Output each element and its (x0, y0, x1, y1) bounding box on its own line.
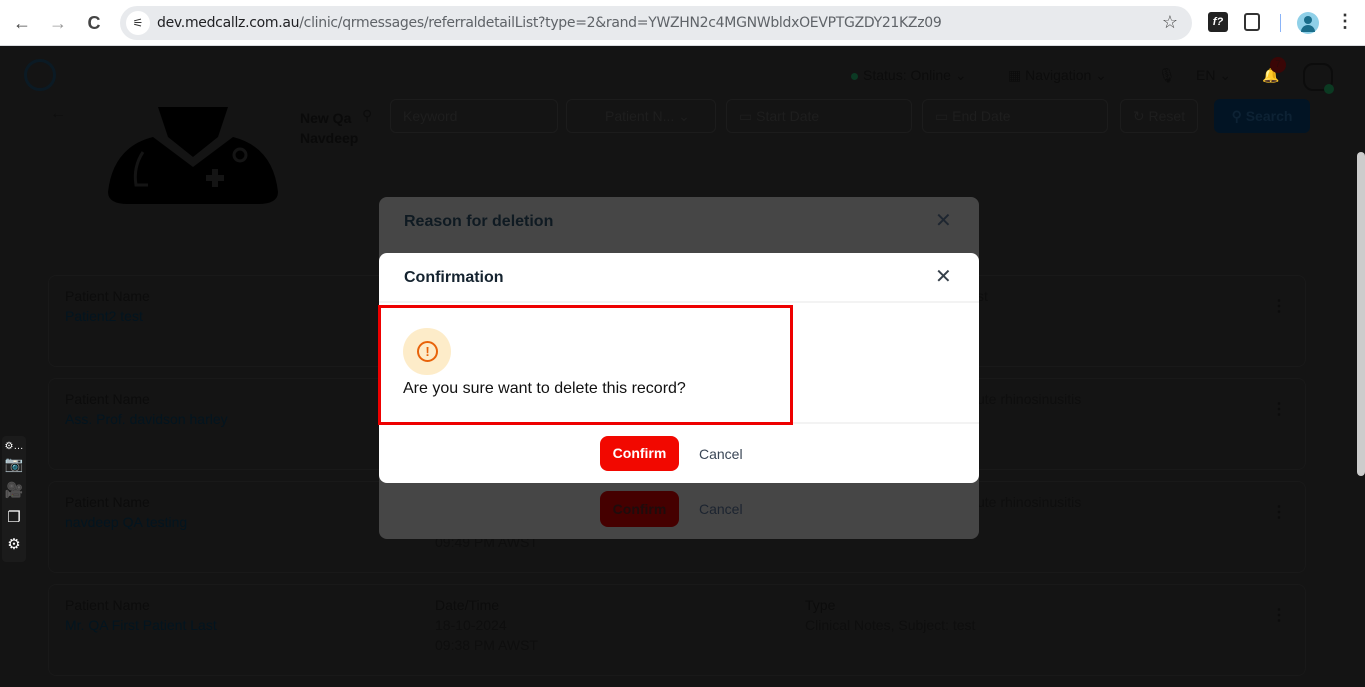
type-column: ute rhinosinusitis (977, 389, 1081, 409)
row-menu-icon[interactable]: ⋮ (1271, 296, 1287, 316)
provider-name: New Qa Navdeep (300, 108, 358, 148)
online-indicator (1324, 84, 1334, 94)
status-label: Status: Online (863, 67, 951, 83)
search-label: Search (1245, 108, 1293, 124)
patient-select-value: Patient N... (605, 108, 675, 124)
url-host: dev.medcallz.com.au (157, 15, 300, 31)
patient-name-link[interactable]: Ass. Prof. davidson harley (65, 409, 228, 429)
toolbar-divider (1280, 14, 1281, 32)
camera-icon[interactable]: 📷 (4, 456, 24, 474)
address-bar[interactable]: ⚟ dev.medcallz.com.au/clinic/qrmessages/… (120, 6, 1192, 40)
search-icon: ⚲ (362, 107, 373, 123)
reset-button[interactable]: ↻ Reset (1120, 99, 1198, 133)
date-label: Date/Time (435, 597, 500, 613)
patient-name-column: Patient Name Patient2 test (65, 286, 150, 326)
end-date-placeholder: End Date (952, 108, 1011, 124)
patient-name-label: Patient Name (65, 288, 150, 304)
type-value: Clinical Notes, Subject: test (805, 617, 976, 633)
chevron-down-icon: ⌄ (1219, 67, 1232, 83)
type-value: ute rhinosinusitis (977, 494, 1082, 510)
search-icon: ⚲ (1231, 108, 1242, 124)
patient-select[interactable]: Patient N... ⌄ (566, 99, 716, 133)
confirm-button[interactable]: Confirm (600, 436, 679, 471)
extensions-puzzle-icon[interactable] (1244, 13, 1260, 31)
close-icon[interactable]: ✕ (935, 208, 952, 233)
patient-name-column: Patient Name Ass. Prof. davidson harley (65, 389, 228, 429)
grid-icon: ▦ (1008, 67, 1022, 83)
row-menu-icon[interactable]: ⋮ (1271, 399, 1287, 419)
capture-tool-strip: ⚙… 📷 🎥 ❐ ⚙ (2, 436, 26, 562)
status-online-dot (851, 73, 858, 80)
reason-cancel-button[interactable]: Cancel (699, 501, 743, 517)
type-value: ute rhinosinusitis (977, 391, 1082, 407)
provider-name-line2: Navdeep (300, 130, 359, 146)
notification-badge: 7 (1270, 57, 1286, 73)
reload-icon[interactable]: C (82, 11, 106, 35)
doctor-avatar-icon (108, 107, 278, 204)
app-logo (24, 59, 56, 91)
reset-icon: ↻ (1132, 108, 1145, 124)
mic-icon[interactable]: 🎙 (1158, 67, 1176, 84)
reason-confirm-button[interactable]: Confirm (600, 491, 679, 527)
extension-more-icon[interactable]: ⚙… (4, 438, 24, 456)
start-date-input[interactable]: ▭ Start Date (726, 99, 912, 133)
chevron-down-icon: ⌄ (954, 67, 967, 83)
type-column: ute rhinosinusitis (977, 492, 1081, 512)
patient-name-column: Patient Name navdeep QA testing (65, 492, 187, 532)
date-value: 18-10-2024 (435, 617, 507, 633)
cancel-button[interactable]: Cancel (699, 446, 743, 462)
reset-label: Reset (1148, 108, 1186, 124)
page-scrollbar[interactable] (1357, 152, 1365, 476)
start-date-placeholder: Start Date (756, 108, 820, 124)
settings-gear-icon[interactable]: ⚙ (4, 536, 24, 554)
keyword-input[interactable]: Keyword (390, 99, 558, 133)
status-dropdown[interactable]: Status: Online ⌄ (851, 67, 967, 84)
search-button[interactable]: ⚲ Search (1214, 99, 1310, 133)
language-label: EN (1196, 67, 1216, 83)
patient-name-label: Patient Name (65, 494, 150, 510)
calendar-icon: ▭ (739, 108, 753, 124)
navigation-label: Navigation (1025, 67, 1092, 83)
url-text[interactable]: dev.medcallz.com.au/clinic/qrmessages/re… (157, 15, 942, 31)
close-icon[interactable]: ✕ (935, 264, 952, 289)
bookmark-star-icon[interactable]: ☆ (1162, 12, 1178, 33)
profile-avatar-icon[interactable] (1297, 12, 1319, 34)
language-dropdown[interactable]: EN ⌄ (1196, 67, 1231, 84)
patient-name-label: Patient Name (65, 391, 150, 407)
forward-icon[interactable]: → (46, 11, 70, 35)
record-card: Patient Name Mr. QA First Patient Last D… (48, 584, 1306, 676)
browser-toolbar: ← → C ⚟ dev.medcallz.com.au/clinic/qrmes… (0, 0, 1365, 46)
patient-name-link[interactable]: navdeep QA testing (65, 512, 187, 532)
row-menu-icon[interactable]: ⋮ (1271, 502, 1287, 522)
navigation-dropdown[interactable]: ▦ Navigation ⌄ (1008, 67, 1107, 84)
site-info-icon[interactable]: ⚟ (126, 11, 150, 35)
chevron-down-icon: ⌄ (1095, 67, 1107, 83)
patient-name-column: Patient Name Mr. QA First Patient Last (65, 595, 217, 635)
row-menu-icon[interactable]: ⋮ (1271, 605, 1287, 625)
confirmation-modal-title: Confirmation (404, 269, 504, 286)
end-date-input[interactable]: ▭ End Date (922, 99, 1108, 133)
patient-name-link[interactable]: Patient2 test (65, 306, 150, 326)
annotation-highlight-box (378, 305, 793, 425)
time-value: 09:38 PM AWST (435, 637, 538, 653)
type-label: Type (805, 597, 836, 613)
chevron-down-icon: ⌄ (678, 108, 690, 124)
video-camera-icon[interactable]: 🎥 (4, 482, 24, 500)
back-arrow-icon[interactable]: ← (50, 105, 66, 123)
extension-fx-icon[interactable]: f? (1208, 12, 1228, 32)
patient-name-link[interactable]: Mr. QA First Patient Last (65, 615, 217, 635)
provider-name-line1: New Qa (300, 110, 352, 126)
modal-divider (379, 301, 979, 303)
reason-modal-title: Reason for deletion (404, 213, 554, 230)
date-column: Date/Time 18-10-2024 09:38 PM AWST (435, 595, 538, 655)
type-column: Type Clinical Notes, Subject: test (805, 595, 975, 635)
url-path: /clinic/qrmessages/referraldetailList?ty… (299, 15, 942, 31)
patient-name-label: Patient Name (65, 597, 150, 613)
calendar-icon: ▭ (935, 108, 949, 124)
browser-menu-icon[interactable]: ⋮ (1336, 11, 1354, 32)
windows-icon[interactable]: ❐ (4, 509, 24, 527)
back-icon[interactable]: ← (10, 11, 34, 35)
